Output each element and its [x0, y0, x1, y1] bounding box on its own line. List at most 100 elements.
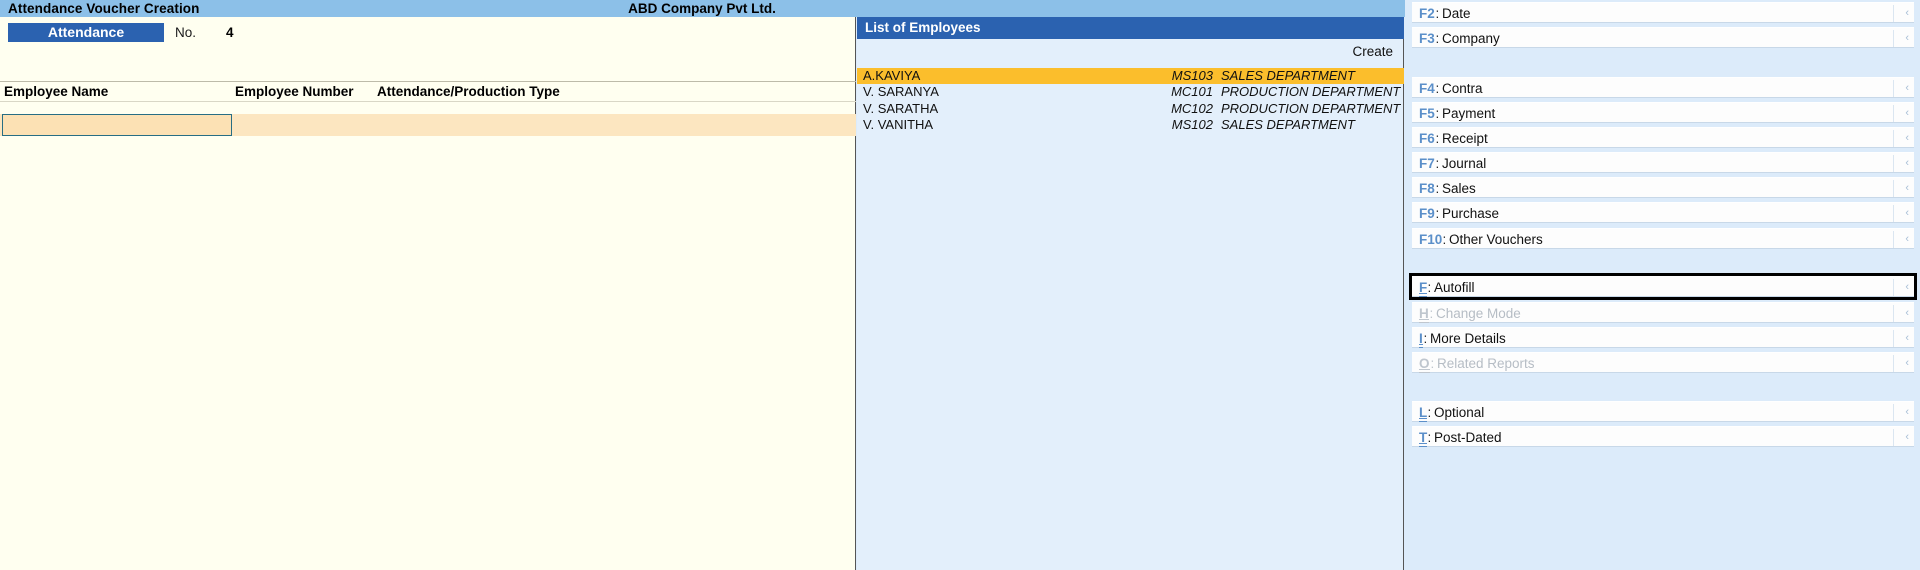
sidebar-item-other-vouchers[interactable]: F10: Other Vouchers ‹	[1412, 228, 1914, 249]
employee-number: MC101	[1171, 84, 1213, 100]
employee-department: SALES DEPARTMENT	[1221, 68, 1355, 83]
chevron-left-icon: ‹	[1905, 132, 1909, 144]
sidebar-item-separator: :	[1435, 106, 1440, 121]
employee-number: MC102	[1171, 100, 1213, 116]
sidebar-item-label: Payment	[1442, 106, 1496, 121]
column-header-attendance-type: Attendance/Production Type	[377, 84, 560, 99]
employee-name-input[interactable]	[2, 114, 232, 136]
sidebar-item-purchase[interactable]: F9: Purchase ‹	[1412, 202, 1914, 223]
sidebar-item-label: Other Vouchers	[1449, 232, 1543, 247]
sidebar-item-key: F3	[1419, 31, 1435, 46]
sidebar-item-label: More Details	[1430, 331, 1506, 346]
sidebar-item-label: Receipt	[1442, 131, 1488, 146]
employee-name: V. SARATHA	[863, 100, 939, 116]
sidebar-item-separator: :	[1427, 280, 1432, 295]
employee-department: SALES DEPARTMENT	[1221, 116, 1355, 132]
employee-department: PRODUCTION DEPARTMENT	[1221, 100, 1401, 116]
sidebar-item-divider	[1893, 30, 1894, 47]
sidebar-item-divider	[1893, 105, 1894, 122]
sidebar-item-post-dated[interactable]: T: Post-Dated ‹	[1412, 426, 1914, 447]
voucher-type-badge[interactable]: Attendance	[8, 23, 164, 42]
sidebar-item-label: Date	[1442, 6, 1471, 21]
sidebar-item-separator: :	[1435, 156, 1440, 171]
sidebar-item-key: F9	[1419, 206, 1435, 221]
sidebar-item-divider	[1893, 205, 1894, 222]
employee-list-item[interactable]: A.KAVIYA MS103 SALES DEPARTMENT	[857, 68, 1404, 85]
sidebar-item-divider	[1893, 231, 1894, 248]
sidebar-item-key: F6	[1419, 131, 1435, 146]
employee-list-item[interactable]: V. SARANYA MC101 PRODUCTION DEPARTMENT	[857, 84, 1404, 100]
sidebar-item-more-details[interactable]: I: More Details ‹	[1412, 327, 1914, 348]
chevron-left-icon: ‹	[1905, 32, 1909, 44]
chevron-left-icon: ‹	[1905, 82, 1909, 94]
sidebar-item-autofill[interactable]: F: Autofill ‹	[1409, 273, 1917, 300]
voucher-no-label: No.	[175, 25, 197, 40]
column-header-employee-name: Employee Name	[4, 84, 109, 99]
sidebar-item-divider	[1893, 130, 1894, 147]
sidebar-item-journal[interactable]: F7: Journal ‹	[1412, 152, 1914, 173]
chevron-left-icon: ‹	[1905, 332, 1909, 344]
sidebar-item-divider	[1893, 355, 1894, 372]
chevron-left-icon: ‹	[1905, 307, 1909, 319]
sidebar-item-separator: :	[1427, 430, 1432, 445]
sidebar-item-divider	[1893, 155, 1894, 172]
sidebar-item-label: Change Mode	[1436, 306, 1521, 321]
sidebar-item-key: F10	[1419, 232, 1443, 247]
sidebar-item-separator: :	[1435, 81, 1440, 96]
sidebar-item-label: Company	[1442, 31, 1500, 46]
sidebar-item-key-underline	[1419, 293, 1427, 297]
employee-list-item[interactable]: V. VANITHA MS102 SALES DEPARTMENT	[857, 117, 1404, 133]
voucher-form-panel: Attendance No. 4 Employee Name Employee …	[0, 17, 856, 570]
sidebar-item-divider	[1893, 429, 1894, 446]
sidebar-item-payment[interactable]: F5: Payment ‹	[1412, 102, 1914, 123]
sidebar-item-label: Purchase	[1442, 206, 1500, 221]
sidebar-item-date[interactable]: F2: Date ‹	[1412, 2, 1914, 23]
sidebar-item-divider	[1893, 305, 1894, 322]
column-header-employee-number: Employee Number	[235, 84, 354, 99]
sidebar-item-separator: :	[1435, 31, 1440, 46]
chevron-left-icon: ‹	[1905, 157, 1909, 169]
sidebar-item-company[interactable]: F3: Company ‹	[1412, 27, 1914, 48]
sidebar-item-sales[interactable]: F8: Sales ‹	[1412, 177, 1914, 198]
create-employee-link[interactable]: Create	[1352, 41, 1393, 63]
sidebar-item-key: F4	[1419, 81, 1435, 96]
employee-list-item[interactable]: V. SARATHA MC102 PRODUCTION DEPARTMENT	[857, 101, 1404, 117]
sidebar-item-label: Autofill	[1434, 280, 1475, 295]
chevron-left-icon: ‹	[1905, 107, 1909, 119]
employee-list-popup: List of Employees Create A.KAVIYA MS103 SA…	[857, 17, 1404, 570]
sidebar-item-divider	[1893, 404, 1894, 421]
sidebar-item-key: F5	[1419, 106, 1435, 121]
sidebar-item-label: Contra	[1442, 81, 1483, 96]
sidebar-item-separator: :	[1430, 356, 1435, 371]
employee-name: V. SARANYA	[863, 84, 939, 100]
function-key-sidebar: F2: Date ‹ F3: Company ‹ F4: Contra ‹ F5: Payment ‹…	[1405, 0, 1920, 570]
sidebar-item-key: F2	[1419, 6, 1435, 21]
chevron-left-icon: ‹	[1905, 357, 1909, 369]
sidebar-item-key-underline	[1419, 319, 1429, 323]
sidebar-item-separator: :	[1435, 181, 1440, 196]
sidebar-item-label: Optional	[1434, 405, 1485, 420]
employee-name: V. VANITHA	[863, 116, 934, 132]
sidebar-item-key: F8	[1419, 181, 1435, 196]
sidebar-item-separator: :	[1435, 6, 1440, 21]
sidebar-item-label: Journal	[1442, 156, 1487, 171]
employee-department: PRODUCTION DEPARTMENT	[1221, 84, 1401, 100]
sidebar-item-separator: :	[1429, 306, 1434, 321]
company-name: ABD Company Pvt Ltd.	[628, 1, 776, 16]
sidebar-item-receipt[interactable]: F6: Receipt ‹	[1412, 127, 1914, 148]
voucher-no-value[interactable]: 4	[226, 23, 234, 42]
sidebar-item-separator: :	[1442, 232, 1447, 247]
sidebar-item-optional[interactable]: L: Optional ‹	[1412, 401, 1914, 422]
sidebar-item-key: F7	[1419, 156, 1435, 171]
sidebar-item-contra[interactable]: F4: Contra ‹	[1412, 77, 1914, 98]
sidebar-item-divider	[1893, 180, 1894, 197]
header-rule-bottom	[0, 101, 856, 102]
chevron-left-icon: ‹	[1905, 406, 1909, 418]
employee-number: MS102	[1171, 116, 1213, 132]
sidebar-item-key-underline	[1419, 369, 1430, 373]
chevron-left-icon: ‹	[1905, 281, 1909, 293]
chevron-left-icon: ‹	[1905, 431, 1909, 443]
sidebar-item-separator: :	[1427, 405, 1432, 420]
sidebar-item-label: Sales	[1442, 181, 1476, 196]
sidebar-item-separator: :	[1435, 131, 1440, 146]
